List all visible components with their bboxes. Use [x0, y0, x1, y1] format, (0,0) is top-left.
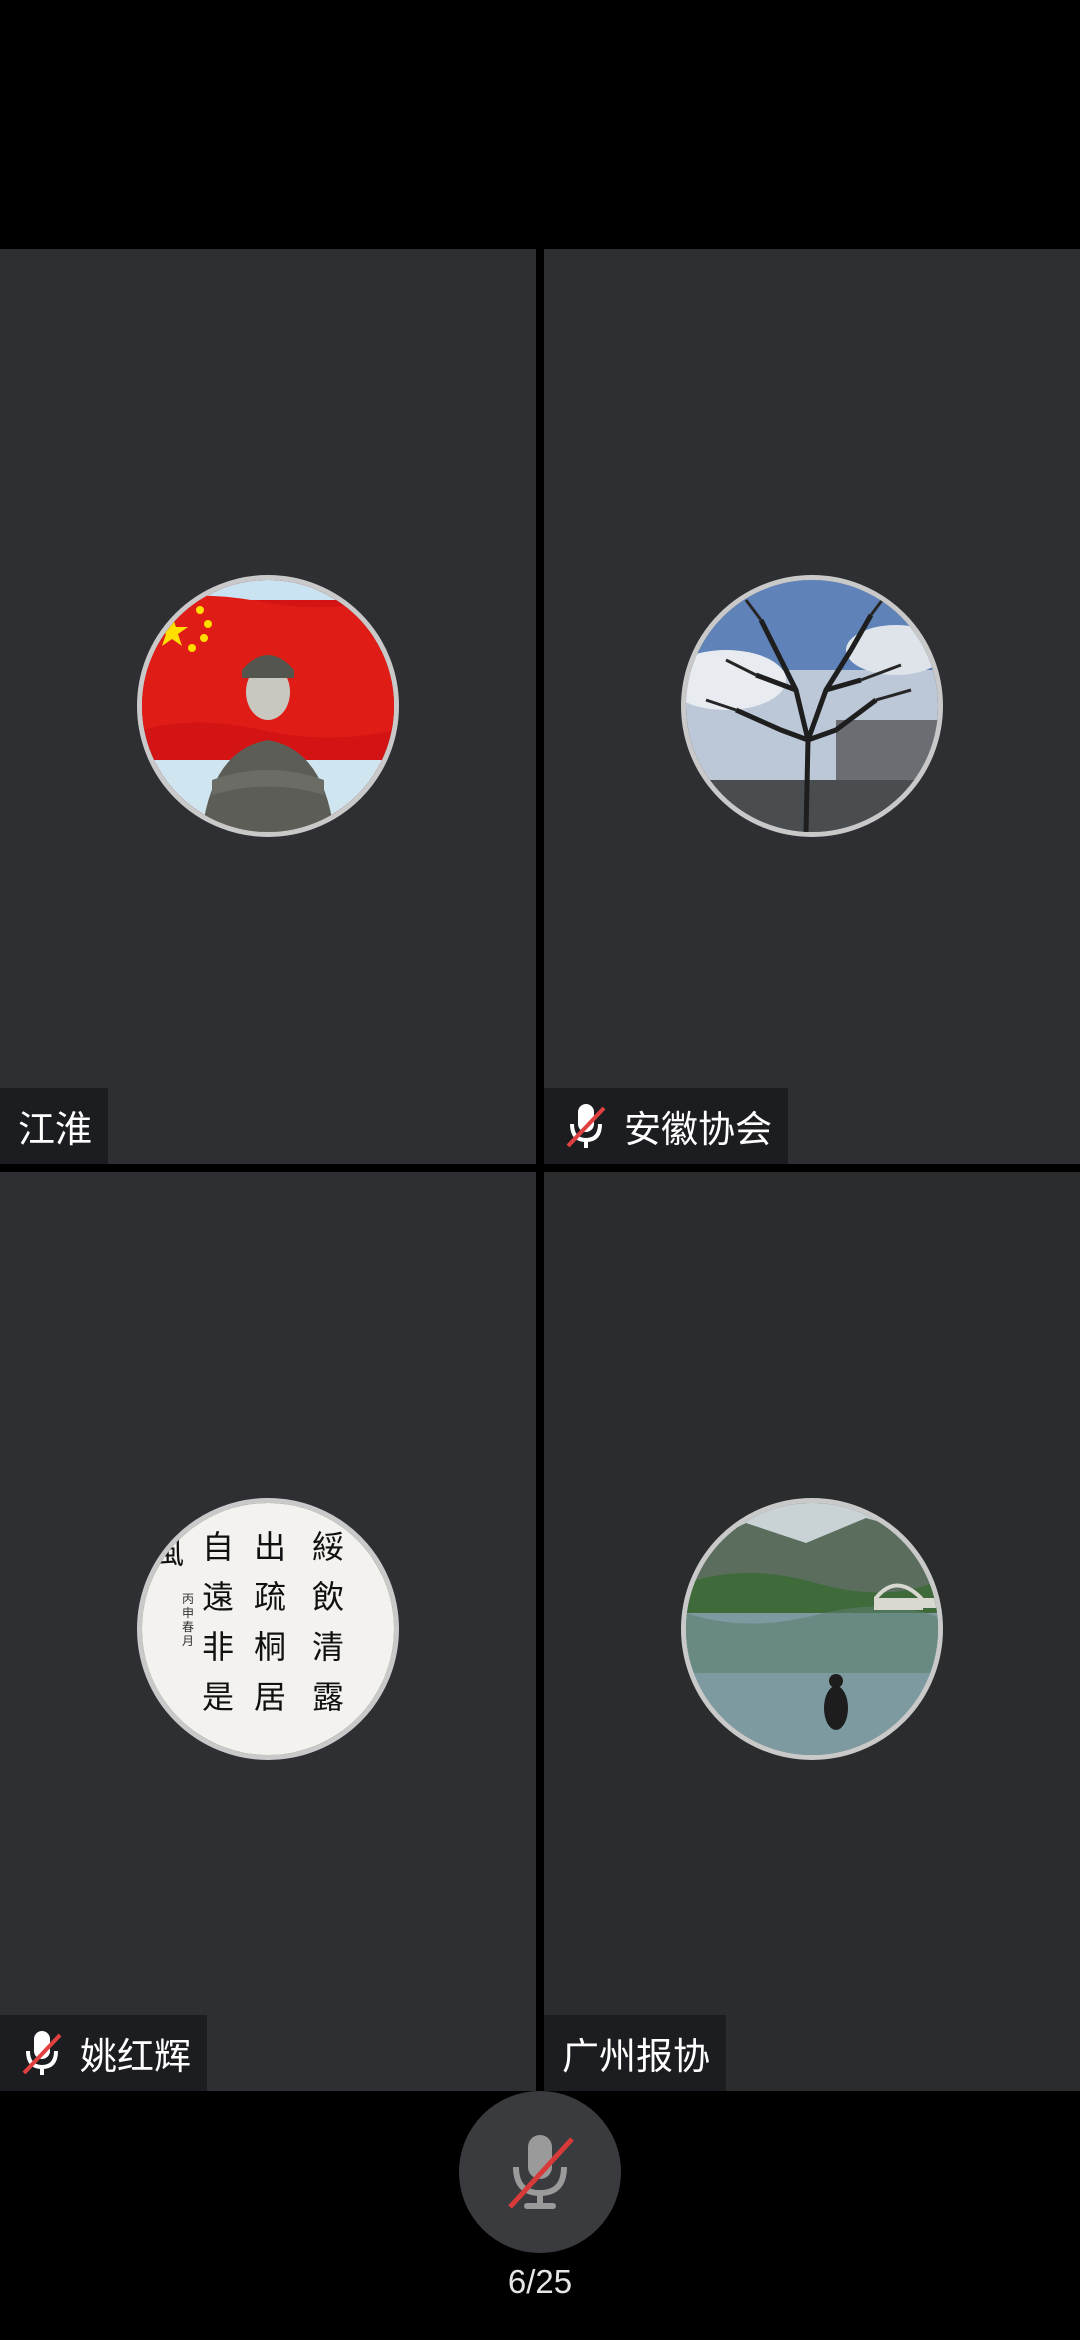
participant-avatar — [681, 575, 943, 837]
lake-scene-image — [686, 1503, 938, 1755]
participant-name: 姚红辉 — [80, 2035, 191, 2078]
bottom-control-bar: 6/25 — [0, 2091, 1080, 2340]
bare-tree-image — [686, 580, 938, 832]
participant-name: 广州报协 — [562, 2035, 710, 2078]
svg-text:桐: 桐 — [254, 1628, 286, 1666]
participant-avatar — [681, 1498, 943, 1760]
svg-text:月: 月 — [182, 1634, 194, 1648]
participant-nameplate: 广州报协 — [544, 2015, 726, 2091]
participant-tile[interactable]: 風 自 遠 非 是 出 疏 桐 居 綏 飲 清 露 丙 申 春 月 姚红辉 — [0, 1172, 536, 2091]
calligraphy-image: 風 自 遠 非 是 出 疏 桐 居 綏 飲 清 露 丙 申 春 月 — [142, 1503, 394, 1755]
svg-text:春: 春 — [182, 1620, 194, 1634]
participant-name: 安徽协会 — [624, 1108, 772, 1151]
svg-text:飲: 飲 — [312, 1578, 344, 1616]
svg-text:是: 是 — [202, 1678, 234, 1716]
mic-muted-icon — [22, 2031, 62, 2075]
mic-muted-icon — [566, 1104, 606, 1148]
page-indicator: 6/25 — [507, 2263, 573, 2300]
svg-text:申: 申 — [182, 1606, 194, 1620]
participant-avatar: 風 自 遠 非 是 出 疏 桐 居 綏 飲 清 露 丙 申 春 月 — [137, 1498, 399, 1760]
video-call-screen: 江淮 安徽协会 風 自 遠 非 是 出 疏 桐 居 綏 飲 清 露 丙 申 春 … — [0, 0, 1080, 2340]
svg-text:居: 居 — [254, 1678, 286, 1716]
svg-text:綏: 綏 — [312, 1528, 344, 1566]
flag-portrait-image — [142, 580, 394, 832]
svg-text:出: 出 — [254, 1528, 286, 1566]
participant-nameplate: 姚红辉 — [0, 2015, 207, 2091]
participant-grid: 江淮 安徽协会 風 自 遠 非 是 出 疏 桐 居 綏 飲 清 露 丙 申 春 … — [0, 249, 1080, 2091]
participant-nameplate: 江淮 — [0, 1088, 108, 1164]
svg-text:遠: 遠 — [202, 1578, 234, 1616]
participant-tile[interactable]: 安徽协会 — [544, 249, 1080, 1164]
svg-text:丙: 丙 — [182, 1592, 194, 1606]
participant-nameplate: 安徽协会 — [544, 1088, 788, 1164]
svg-text:非: 非 — [202, 1628, 234, 1666]
participant-tile[interactable]: 江淮 — [0, 249, 536, 1164]
mic-toggle-button[interactable] — [459, 2091, 621, 2253]
svg-text:風: 風 — [152, 1533, 184, 1571]
svg-text:疏: 疏 — [254, 1578, 286, 1616]
svg-text:露: 露 — [312, 1678, 344, 1716]
svg-text:清: 清 — [312, 1628, 344, 1666]
participant-tile[interactable]: 广州报协 — [544, 1172, 1080, 2091]
mic-muted-icon — [508, 2135, 574, 2209]
participant-name: 江淮 — [18, 1108, 92, 1151]
participant-avatar — [137, 575, 399, 837]
svg-text:自: 自 — [202, 1528, 234, 1566]
